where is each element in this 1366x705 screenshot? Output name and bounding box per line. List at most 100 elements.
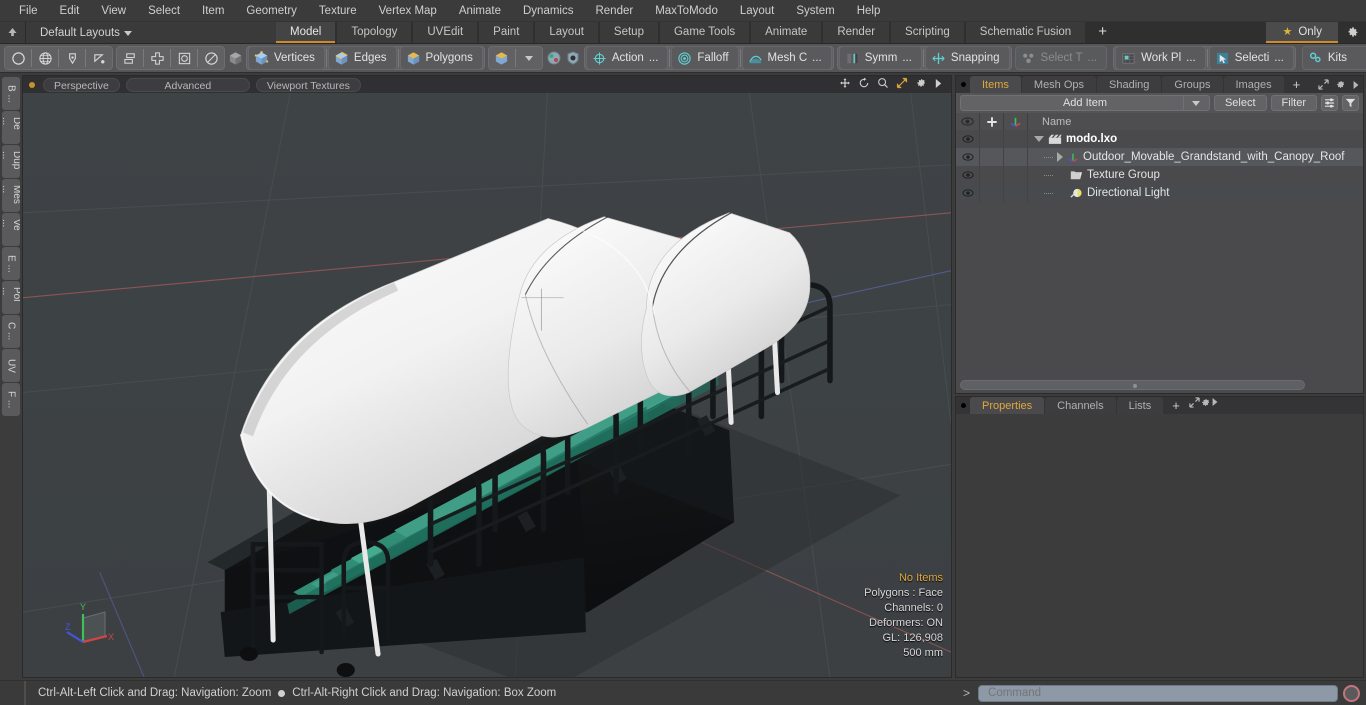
layout-settings-button[interactable] [1338,22,1366,43]
fit-icon[interactable] [896,77,908,92]
add-item-dropdown-icon[interactable] [1182,96,1209,110]
mode-vertices[interactable]: Vertices [248,46,325,70]
tree-item-mesh[interactable]: Outdoor_Movable_Grandstand_with_Canopy_R… [1028,148,1363,166]
menu-view[interactable]: View [90,0,137,22]
vtab-basic[interactable]: B ... [2,77,20,110]
filter-funnel-icon[interactable] [1342,95,1359,111]
tab-game-tools[interactable]: Game Tools [659,22,750,43]
item-mode-button[interactable] [228,47,243,69]
shield-paint-icon[interactable] [565,47,581,69]
panel-menu-dot-icon[interactable] [956,76,970,93]
menu-system[interactable]: System [785,0,845,22]
col-visibility-icon[interactable] [956,113,980,130]
properties-add-tab-button[interactable]: + [1164,397,1188,414]
tab-channels[interactable]: Channels [1045,397,1116,414]
vtab-mesh-edit[interactable]: Mes ... [2,179,20,212]
expand-triangle-icon[interactable] [1034,136,1044,142]
add-tab-button[interactable]: + [1087,22,1118,43]
falloff-button[interactable]: Falloff [671,46,739,70]
align-icon[interactable] [145,47,169,69]
viewport-3d[interactable]: Y X Z No Items Polygons : Face Channels:… [22,93,952,678]
material-mode-icon[interactable] [490,47,514,69]
curve-icon[interactable] [87,47,111,69]
stack-icon[interactable] [118,47,142,69]
tree-item-directional-light[interactable]: Directional Light [1028,184,1363,202]
gear-icon[interactable] [915,77,927,92]
menu-help[interactable]: Help [846,0,892,22]
properties-chevron-right-icon[interactable] [1211,397,1219,414]
only-toggle-button[interactable]: ★ Only [1266,22,1338,43]
menu-texture[interactable]: Texture [308,0,368,22]
vtab-fusion[interactable]: F ... [2,383,20,416]
mode-edges[interactable]: Edges [327,46,397,70]
row-axis-cell[interactable] [1004,184,1028,202]
table-row[interactable]: Outdoor_Movable_Grandstand_with_Canopy_R… [956,148,1363,166]
tab-images[interactable]: Images [1223,76,1284,93]
action-center-button[interactable]: Action ... [585,46,669,70]
tab-setup[interactable]: Setup [599,22,658,43]
list-options-icon[interactable] [1321,95,1338,111]
panel-add-tab-button[interactable]: + [1285,76,1309,93]
menu-layout[interactable]: Layout [729,0,786,22]
vtab-uv[interactable]: UV [2,349,20,382]
filter-button[interactable]: Filter [1270,95,1317,111]
tab-animate[interactable]: Animate [751,22,822,43]
properties-gear-icon[interactable] [1200,397,1211,414]
chevron-right-icon[interactable] [934,78,943,92]
menu-select[interactable]: Select [137,0,191,22]
tab-groups[interactable]: Groups [1162,76,1223,93]
menu-file[interactable]: File [8,0,49,22]
tree-item-scene[interactable]: modo.lxo [1028,130,1363,148]
menu-render[interactable]: Render [584,0,644,22]
viewport-shading-mode[interactable]: Advanced [125,77,250,92]
row-lock-cell[interactable] [980,166,1004,184]
move-icon[interactable] [839,77,851,92]
home-button[interactable] [0,22,26,43]
mesh-constraint-button[interactable]: Mesh C ... [741,46,832,70]
default-layouts-dropdown[interactable]: Default Layouts [26,22,276,43]
tab-shading[interactable]: Shading [1097,76,1162,93]
row-visibility-toggle[interactable] [956,148,980,166]
tab-properties[interactable]: Properties [970,397,1045,414]
pen-icon[interactable] [60,47,84,69]
tab-layout[interactable]: Layout [535,22,598,43]
tab-mesh-ops[interactable]: Mesh Ops [1021,76,1097,93]
globe-icon[interactable] [33,47,57,69]
menu-geometry[interactable]: Geometry [235,0,308,22]
tab-lists[interactable]: Lists [1116,397,1164,414]
snapping-button[interactable]: Snapping [924,46,1010,70]
circle-icon[interactable] [6,47,30,69]
table-row[interactable]: Directional Light [956,184,1363,202]
row-lock-cell[interactable] [980,184,1004,202]
col-axis-icon[interactable] [1004,113,1028,130]
tab-paint[interactable]: Paint [479,22,534,43]
mode-polygons[interactable]: Polygons [399,46,483,70]
table-row[interactable]: Texture Group [956,166,1363,184]
chevron-down-icon[interactable] [517,47,541,69]
vtab-curve[interactable]: C ... [2,315,20,348]
center-icon[interactable] [172,47,196,69]
viewport-view-mode[interactable]: Perspective [43,77,120,92]
tab-uvedit[interactable]: UVEdit [413,22,478,43]
menu-vertex-map[interactable]: Vertex Map [368,0,448,22]
selection-sets-button[interactable]: Selecti ... [1208,46,1294,70]
command-input[interactable] [978,684,1338,702]
tree-horizontal-scrollbar[interactable] [960,380,1305,390]
panel-gear-icon[interactable] [1332,76,1349,93]
tab-schematic-fusion[interactable]: Schematic Fusion [965,22,1086,43]
row-axis-cell[interactable] [1004,148,1028,166]
select-button[interactable]: Select [1213,95,1267,111]
vtab-vertex[interactable]: Ve ... [2,213,20,246]
rotate-icon[interactable] [858,77,870,92]
vtab-polygon[interactable]: Pol ... [2,281,20,314]
table-row[interactable]: modo.lxo [956,130,1363,148]
vtab-edge[interactable]: E ... [2,247,20,280]
properties-menu-dot-icon[interactable] [956,397,970,414]
row-axis-cell[interactable] [1004,166,1028,184]
item-tree[interactable]: modo.lxo Outdoor_Movable_Grandstand_with… [955,130,1364,394]
menu-dynamics[interactable]: Dynamics [512,0,584,22]
row-visibility-toggle[interactable] [956,184,980,202]
rotate-icon[interactable] [199,47,223,69]
row-visibility-toggle[interactable] [956,130,980,148]
vtab-deform[interactable]: De ... [2,111,20,144]
